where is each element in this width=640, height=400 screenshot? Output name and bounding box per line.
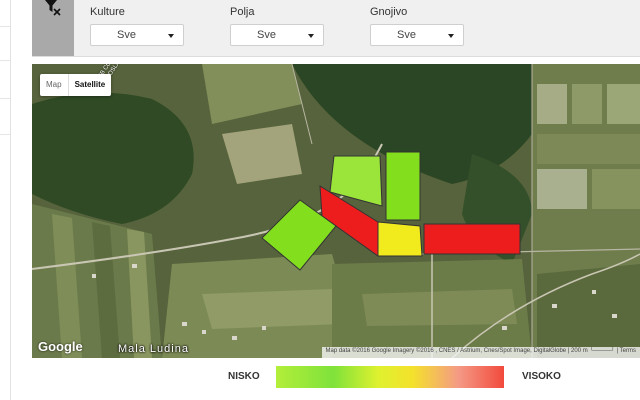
sidebar-divider — [0, 134, 10, 135]
filter-label: Polja — [230, 6, 255, 18]
sidebar-divider — [0, 26, 10, 27]
legend-gradient-bar — [276, 366, 504, 388]
sidebar-divider — [0, 60, 10, 61]
polja-select[interactable]: Sve — [230, 24, 324, 46]
google-logo: Google — [38, 339, 83, 354]
map-view-button[interactable]: Map — [40, 74, 69, 96]
select-value: Sve — [257, 29, 276, 41]
filter-label: Kulture — [90, 6, 125, 18]
gnojivo-select[interactable]: Sve — [370, 24, 464, 46]
satellite-view-button[interactable]: Satellite — [69, 74, 112, 96]
filter-clear-icon — [45, 0, 61, 16]
kulture-select[interactable]: Sve — [90, 24, 184, 46]
map-attribution: Map data ©2016 Google Imagery ©2016 , CN… — [321, 347, 640, 358]
chevron-down-icon — [168, 34, 174, 38]
satellite-map[interactable]: ZAGREB COUNTY SISAK-MOSLAVINA CO Map Sat… — [32, 64, 640, 358]
chevron-down-icon — [308, 34, 314, 38]
field-parcel[interactable] — [423, 223, 521, 255]
select-value: Sve — [397, 29, 416, 41]
map-type-control: Map Satellite — [40, 74, 112, 96]
filter-label: Gnojivo — [370, 6, 408, 18]
map-imagery — [32, 64, 640, 358]
legend-high-label: VISOKO — [522, 371, 561, 382]
color-legend: NISKO VISOKO — [0, 362, 640, 392]
chevron-down-icon — [448, 34, 454, 38]
sidebar-divider — [0, 98, 10, 99]
select-value: Sve — [117, 29, 136, 41]
filter-toggle-button[interactable] — [32, 0, 74, 56]
sidebar — [0, 0, 11, 400]
field-parcel[interactable] — [385, 151, 421, 221]
legend-low-label: NISKO — [228, 371, 260, 382]
field-parcel[interactable] — [377, 221, 423, 257]
place-label: Mala Ludina — [118, 343, 189, 355]
